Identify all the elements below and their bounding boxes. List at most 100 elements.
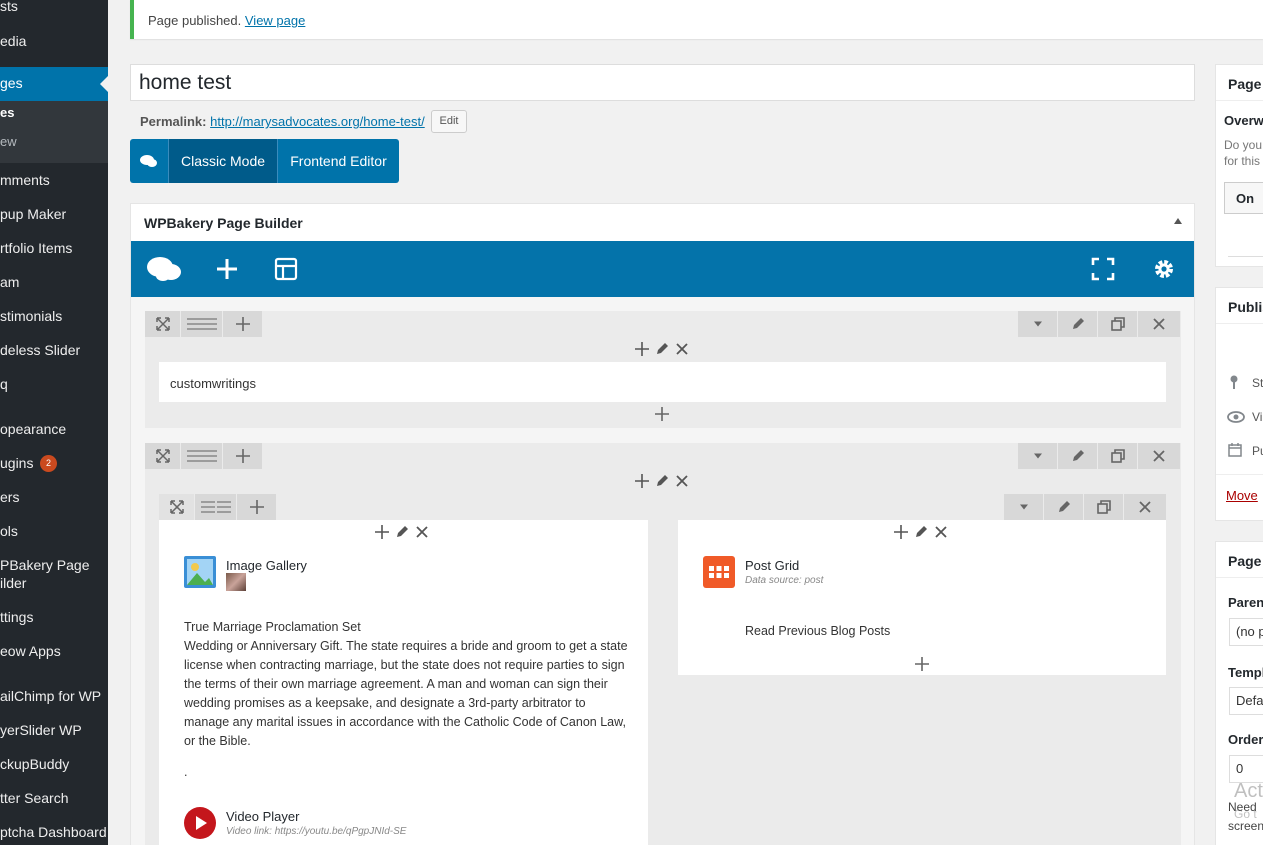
- sidebar-item-mments[interactable]: mments: [0, 172, 108, 192]
- sidebar-item-pup-maker[interactable]: pup Maker: [0, 206, 108, 226]
- sidebar-item-ew[interactable]: ew: [0, 134, 108, 154]
- column-add-icon[interactable]: [632, 339, 652, 359]
- sidebar-item-ailchimp-for-wp[interactable]: ailChimp for WP: [0, 688, 108, 708]
- sidebar-item-yerslider-wp[interactable]: yerSlider WP: [0, 722, 108, 742]
- sidebar-item-eow-apps[interactable]: eow Apps: [0, 643, 108, 663]
- permalink-edit-button[interactable]: Edit: [431, 110, 467, 133]
- inner-row-layout-icon[interactable]: [195, 494, 237, 520]
- sidebar-item-edia[interactable]: edia: [0, 33, 108, 53]
- settings-gear-icon[interactable]: [1152, 257, 1176, 281]
- row-move-icon[interactable]: [145, 443, 181, 469]
- sidebar-item-ttings[interactable]: ttings: [0, 609, 108, 629]
- activate-windows-watermark: Act: [1234, 780, 1263, 802]
- wpbakery-cloud-icon[interactable]: [145, 254, 183, 284]
- row-add-column-icon[interactable]: [223, 443, 263, 469]
- sidebar-item-ers[interactable]: ers: [0, 489, 108, 509]
- sidebar-item-sts[interactable]: sts: [0, 0, 108, 18]
- parent-select[interactable]: (no p: [1229, 618, 1263, 646]
- row-toggle-icon[interactable]: [1018, 443, 1058, 469]
- builder-row: customwritings: [145, 311, 1181, 428]
- sidebar-item-label: ges: [0, 75, 23, 91]
- text-dot: .: [184, 765, 188, 779]
- column-delete-icon[interactable]: [672, 471, 692, 491]
- sidebar-item-am[interactable]: am: [0, 274, 108, 294]
- order-input[interactable]: 0: [1229, 755, 1263, 783]
- templates-icon[interactable]: [274, 257, 298, 281]
- row-edit-pencil-icon[interactable]: [1058, 443, 1098, 469]
- sidebar-item-ilder[interactable]: ilder: [0, 575, 108, 595]
- column-edit-pencil-icon[interactable]: [911, 522, 931, 542]
- post-grid-text: Read Previous Blog Posts: [745, 624, 891, 638]
- inner-row-left-controls: [159, 494, 277, 520]
- sidebar-item-ols[interactable]: ols: [0, 523, 108, 543]
- sidebar-item-es[interactable]: es: [0, 105, 108, 125]
- sidebar-item-tter-search[interactable]: tter Search: [0, 790, 108, 810]
- inner-row-add-column-icon[interactable]: [237, 494, 277, 520]
- wpbakery-header[interactable]: WPBakery Page Builder: [131, 204, 1194, 241]
- sidebar-item-ugins[interactable]: ugins 2: [0, 455, 108, 475]
- column-edit-pencil-icon[interactable]: [652, 471, 672, 491]
- wpbakery-logo-icon[interactable]: [130, 139, 168, 183]
- column-add-icon[interactable]: [372, 522, 392, 542]
- inner-row-delete-icon[interactable]: [1124, 494, 1167, 520]
- column-edit-pencil-icon[interactable]: [652, 339, 672, 359]
- inner-row-move-icon[interactable]: [159, 494, 195, 520]
- sidebar-item-stimonials[interactable]: stimonials: [0, 308, 108, 328]
- wpbakery-toolbar: [131, 241, 1194, 297]
- sidebar-item-label: ptcha Dashboard: [0, 824, 107, 840]
- add-element-bottom-icon[interactable]: [655, 407, 669, 421]
- template-label: Templ: [1228, 665, 1263, 680]
- collapse-toggle-icon[interactable]: [1174, 218, 1182, 224]
- inner-row-clone-icon[interactable]: [1084, 494, 1124, 520]
- row-delete-icon[interactable]: [1138, 311, 1181, 337]
- do-you-text: Do you: [1224, 138, 1263, 152]
- row-edit-pencil-icon[interactable]: [1058, 311, 1098, 337]
- classic-mode-button[interactable]: Classic Mode: [168, 139, 278, 183]
- add-element-bottom-icon[interactable]: [915, 657, 929, 671]
- column-edit-pencil-icon[interactable]: [392, 522, 412, 542]
- sidebar-item-ptcha-dashboard[interactable]: ptcha Dashboard: [0, 824, 108, 844]
- column-delete-icon[interactable]: [931, 522, 951, 542]
- add-element-icon[interactable]: [215, 257, 239, 281]
- builder-row: Image Gallery True Marriage Proclamation…: [145, 443, 1181, 845]
- text-block-element[interactable]: customwritings: [159, 362, 1166, 402]
- fullscreen-icon[interactable]: [1091, 257, 1115, 281]
- sidebar-item-ckupbuddy[interactable]: ckupBuddy: [0, 756, 108, 776]
- permalink-link[interactable]: http://marysadvocates.org/home-test/: [210, 114, 425, 129]
- sidebar-item-label: pup Maker: [0, 206, 67, 222]
- inner-row-toggle-icon[interactable]: [1004, 494, 1044, 520]
- frontend-editor-button[interactable]: Frontend Editor: [278, 139, 399, 183]
- column-add-icon[interactable]: [891, 522, 911, 542]
- video-player-title: Video Player: [226, 809, 300, 824]
- column-add-icon[interactable]: [632, 471, 652, 491]
- row-clone-icon[interactable]: [1098, 443, 1138, 469]
- template-select[interactable]: Defa: [1229, 687, 1263, 715]
- sidebar-item-pbakery-page[interactable]: PBakery Page: [0, 557, 108, 577]
- sidebar-item-label: stimonials: [0, 308, 63, 324]
- row-add-column-icon[interactable]: [223, 311, 263, 337]
- row-layout-icon[interactable]: [181, 311, 223, 337]
- sidebar-item-deless-slider[interactable]: deless Slider: [0, 342, 108, 362]
- sidebar-item-ges[interactable]: ges: [0, 67, 108, 101]
- inner-column-left: Image Gallery True Marriage Proclamation…: [159, 520, 648, 845]
- view-page-link[interactable]: View page: [245, 13, 305, 28]
- published-label: Pu: [1252, 444, 1263, 458]
- sidebar-item-rtfolio-items[interactable]: rtfolio Items: [0, 240, 108, 260]
- sidebar-item-label: ugins: [0, 455, 34, 471]
- overwrite-on-button[interactable]: On: [1224, 182, 1263, 214]
- row-toggle-icon[interactable]: [1018, 311, 1058, 337]
- sidebar-item-q[interactable]: q: [0, 376, 108, 396]
- sidebar-item-opearance[interactable]: opearance: [0, 421, 108, 441]
- inner-row-edit-pencil-icon[interactable]: [1044, 494, 1084, 520]
- row-clone-icon[interactable]: [1098, 311, 1138, 337]
- post-title-input[interactable]: [130, 64, 1195, 101]
- column-delete-icon[interactable]: [412, 522, 432, 542]
- row-delete-icon[interactable]: [1138, 443, 1181, 469]
- move-to-trash-link[interactable]: Move: [1226, 488, 1258, 503]
- row-move-icon[interactable]: [145, 311, 181, 337]
- column-delete-icon[interactable]: [672, 339, 692, 359]
- column-controls: [632, 339, 692, 359]
- publish-box: Publis St Vi Pu Move: [1215, 287, 1263, 521]
- permalink: Permalink: http://marysadvocates.org/hom…: [140, 114, 425, 129]
- row-layout-icon[interactable]: [181, 443, 223, 469]
